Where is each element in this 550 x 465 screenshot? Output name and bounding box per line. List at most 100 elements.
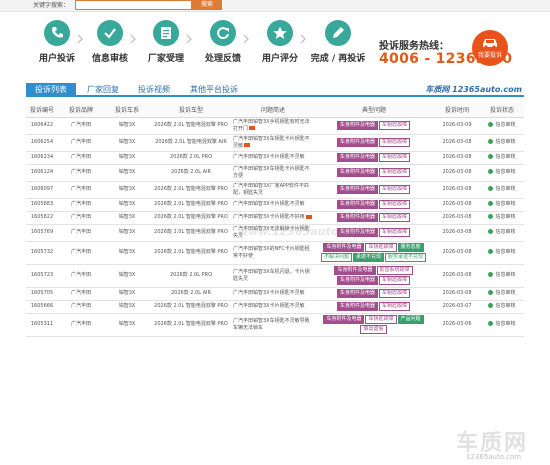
- desc-text[interactable]: 广汽丰田铂智3X的NFC卡片钥匙经常不好使: [233, 246, 310, 259]
- tab-maker-reply[interactable]: 厂家回复: [78, 83, 128, 97]
- issue-tag[interactable]: 影音系统故障: [376, 265, 413, 275]
- cell-desc[interactable]: 广汽丰田铂智3X厂家APP软件不匹配，钥匙失灵: [232, 181, 314, 199]
- cell-series[interactable]: 铂智3X: [104, 198, 150, 212]
- issue-tag[interactable]: 车钥匙故障: [379, 212, 411, 222]
- cell-desc[interactable]: 广汽丰田铂智3X的NFC卡片钥匙经常不好使: [232, 241, 314, 265]
- cell-desc[interactable]: 广汽丰田铂智3X车钥匙卡片钥匙不方便: [232, 164, 314, 182]
- issue-tag[interactable]: 车钥匙故障: [379, 275, 411, 285]
- cell-series[interactable]: 铂智3X: [104, 211, 150, 225]
- cell-brand[interactable]: 广汽丰田: [58, 151, 104, 165]
- cell-series[interactable]: 铂智3X: [104, 300, 150, 314]
- cell-brand[interactable]: 广汽丰田: [58, 117, 104, 135]
- desc-text[interactable]: 广汽丰田铂智3X卡片钥匙不灵敏: [233, 201, 305, 207]
- table-row[interactable]: 1606097 广汽丰田 铂智3X 2026款 2.0L 智能电混双擎 PRO 广汽丰田…: [26, 181, 524, 199]
- desc-text[interactable]: 广汽丰田铂智3X卡片钥匙不灵敏: [233, 154, 305, 160]
- cell-brand[interactable]: 广汽丰田: [58, 134, 104, 152]
- cell-desc[interactable]: 广汽丰田铂智3X车钥匙卡片钥匙不灵敏: [232, 134, 314, 152]
- table-row[interactable]: 1605705 广汽丰田 铂智3X 2026款 2.0L AIR 广汽丰田铂智3X卡片钥…: [26, 287, 524, 301]
- table-row[interactable]: 1605883 广汽丰田 铂智3X 2026款 2.0L 智能电混双擎 PRO 广汽丰田…: [26, 198, 524, 212]
- tab-complaint-video[interactable]: 投诉视频: [130, 83, 178, 97]
- issue-tag[interactable]: 车钥匙故障: [379, 167, 411, 177]
- cell-desc[interactable]: 广汽丰田铂智3X卡片钥匙不灵敏: [232, 300, 314, 314]
- issue-tag[interactable]: 车身附件及电器: [336, 120, 378, 130]
- issue-tag[interactable]: 车钥匙故障: [379, 301, 411, 311]
- cell-series[interactable]: 铂智3X: [104, 164, 150, 182]
- issue-tag[interactable]: 车身附件及电器: [336, 152, 378, 162]
- issue-tag[interactable]: 车钥匙故障: [379, 288, 411, 298]
- issue-tag[interactable]: 车身附件及电器: [336, 212, 378, 222]
- issue-tag[interactable]: 车身附件及电器: [336, 275, 378, 285]
- table-row[interactable]: 1605732 广汽丰田 铂智3X 2026款 2.0L 智能电混双擎 PRO 广汽丰田…: [26, 241, 524, 265]
- cell-brand[interactable]: 广汽丰田: [58, 264, 104, 288]
- cell-brand[interactable]: 广汽丰田: [58, 211, 104, 225]
- table-row[interactable]: 1605311 广汽丰田 铂智3X 2026款 2.0L 智能电混双擎 PRO 广汽丰田…: [26, 313, 524, 337]
- tab-other-platform[interactable]: 其他平台投诉: [180, 83, 248, 97]
- desc-text[interactable]: 广汽丰田铂智3X卡片钥匙不灵敏: [233, 303, 305, 309]
- cell-desc[interactable]: 广汽丰田铂智3X卡片钥匙不灵敏: [232, 151, 314, 165]
- issue-tag[interactable]: 车身附件及电器: [334, 265, 376, 275]
- issue-tag[interactable]: 承诺不兑现: [352, 252, 384, 262]
- cell-series[interactable]: 铂智3X: [104, 117, 150, 135]
- cell-desc[interactable]: 广汽丰田铂智3X卡片钥匙不好用: [232, 211, 314, 225]
- search-button[interactable]: 搜索: [192, 0, 222, 10]
- issue-tag[interactable]: 车钥匙故障: [379, 184, 411, 194]
- cell-brand[interactable]: 广汽丰田: [58, 313, 104, 337]
- issue-tag[interactable]: 做出虚假: [360, 324, 387, 334]
- table-row[interactable]: 1606422 广汽丰田 铂智3X 2026款 2.0L 智能电混双擎 PRO 广汽丰田…: [26, 117, 524, 135]
- issue-tag[interactable]: 车钥匙故障: [379, 199, 411, 209]
- issue-tag[interactable]: 车身附件及电器: [336, 288, 378, 298]
- cell-series[interactable]: 铂智3X: [104, 224, 150, 242]
- issue-tag[interactable]: 车钥匙故障: [365, 242, 397, 252]
- issue-tag[interactable]: 车身附件及电器: [336, 137, 378, 147]
- table-row[interactable]: 1605723 广汽丰田 铂智3X 2026款 2.0L PRO 广汽丰田铂智3X车机闪…: [26, 264, 524, 288]
- desc-text[interactable]: 广汽丰田铂智3X卡片钥匙不灵敏: [233, 290, 305, 296]
- complain-button[interactable]: 我要投诉: [472, 30, 508, 66]
- issue-tag[interactable]: 车身附件及电器: [336, 199, 378, 209]
- table-row[interactable]: 1606254 广汽丰田 铂智3X 2026款 2.0L 智能电混双擎 AIR 广汽丰田…: [26, 134, 524, 152]
- issue-tag[interactable]: 产品问题: [397, 314, 424, 324]
- desc-text[interactable]: 广汽丰田铂智3X车钥匙卡片钥匙不方便: [233, 166, 310, 179]
- cell-brand[interactable]: 广汽丰田: [58, 224, 104, 242]
- issue-tag[interactable]: 车钥匙故障: [365, 314, 397, 324]
- cell-series[interactable]: 铂智3X: [104, 181, 150, 199]
- issue-tag[interactable]: 车钥匙故障: [379, 120, 411, 130]
- cell-desc[interactable]: 广汽丰田铂智3X卡片钥匙不灵敏: [232, 198, 314, 212]
- cell-brand[interactable]: 广汽丰田: [58, 198, 104, 212]
- issue-tag[interactable]: 车身附件及电器: [336, 184, 378, 194]
- issue-tag[interactable]: 车身附件及电器: [336, 167, 378, 177]
- desc-text[interactable]: 广汽丰田铂智3X卡片钥匙不好用: [233, 214, 305, 220]
- desc-text[interactable]: 广汽丰田铂智3X手机钥匙有时无法打开门: [233, 119, 310, 132]
- cell-brand[interactable]: 广汽丰田: [58, 241, 104, 265]
- issue-tag[interactable]: 车身附件及电器: [323, 242, 365, 252]
- cell-brand[interactable]: 广汽丰田: [58, 181, 104, 199]
- issue-tag[interactable]: 车身附件及电器: [336, 301, 378, 311]
- table-row[interactable]: 1606124 广汽丰田 铂智3X 2026款 2.0L AIR 广汽丰田铂智3X车钥匙…: [26, 164, 524, 182]
- cell-desc[interactable]: 广汽丰田铂智3X车机闪退，卡片钥匙失灵: [232, 264, 314, 288]
- table-row[interactable]: 1605822 广汽丰田 铂智3X 2026款 2.0L 智能电混双擎 PRO 广汽丰田…: [26, 211, 524, 225]
- cell-series[interactable]: 铂智3X: [104, 151, 150, 165]
- cell-series[interactable]: 铂智3X: [104, 313, 150, 337]
- cell-desc[interactable]: 广汽丰田铂智3X手机钥匙有时无法打开门: [232, 117, 314, 135]
- desc-text[interactable]: 广汽丰田铂智3X厂家APP软件不匹配，钥匙失灵: [233, 183, 309, 196]
- issue-tag[interactable]: 车钥匙故障: [379, 137, 411, 147]
- issue-tag[interactable]: 服务态度: [397, 242, 424, 252]
- search-input[interactable]: [75, 0, 192, 10]
- issue-tag[interactable]: 服务承诺不兑现: [385, 252, 427, 262]
- cell-series[interactable]: 铂智3X: [104, 134, 150, 152]
- cell-desc[interactable]: 广汽丰田铂智3X车钥匙不灵敏导致车辆无法锁车: [232, 313, 314, 337]
- cell-desc[interactable]: 广汽丰田铂智3X卡片钥匙不灵敏: [232, 287, 314, 301]
- cell-brand[interactable]: 广汽丰田: [58, 287, 104, 301]
- desc-text[interactable]: 广汽丰田铂智3X车机闪退，卡片钥匙失灵: [233, 269, 310, 282]
- cell-series[interactable]: 铂智3X: [104, 241, 150, 265]
- tab-complaint-list[interactable]: 投诉列表: [26, 83, 76, 97]
- cell-brand[interactable]: 广汽丰田: [58, 164, 104, 182]
- issue-tag[interactable]: 车钥匙故障: [379, 227, 411, 237]
- issue-tag[interactable]: 不解决问题: [320, 252, 352, 262]
- cell-series[interactable]: 铂智3X: [104, 264, 150, 288]
- issue-tag[interactable]: 车钥匙故障: [379, 152, 411, 162]
- table-row[interactable]: 1606234 广汽丰田 铂智3X 2026款 2.0L PRO 广汽丰田铂智3X卡片钥…: [26, 151, 524, 165]
- cell-series[interactable]: 铂智3X: [104, 287, 150, 301]
- issue-tag[interactable]: 车身附件及电器: [323, 314, 365, 324]
- desc-text[interactable]: 广汽丰田铂智3X车钥匙不灵敏导致车辆无法锁车: [233, 318, 310, 331]
- cell-brand[interactable]: 广汽丰田: [58, 300, 104, 314]
